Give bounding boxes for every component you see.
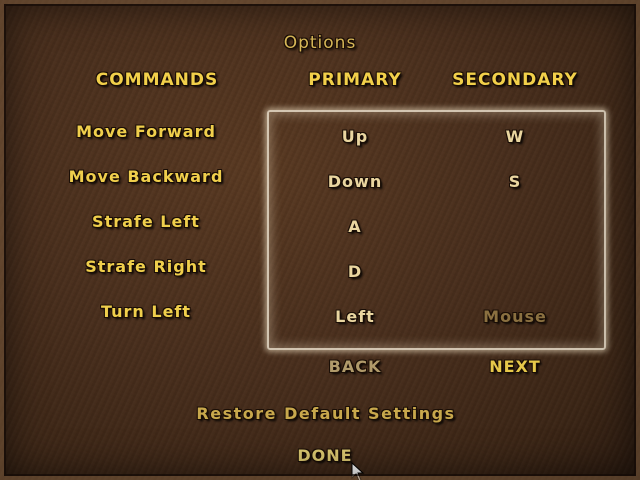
command-strafe-right: Strafe Right — [85, 257, 207, 276]
secondary-key-move-forward[interactable]: W — [506, 127, 525, 146]
secondary-key-strafe-right[interactable] — [485, 262, 545, 280]
arrow-cursor-icon — [351, 462, 365, 480]
primary-key-turn-left[interactable]: Left — [335, 307, 375, 326]
done-button[interactable]: DONE — [297, 446, 352, 465]
header-primary: PRIMARY — [308, 70, 402, 90]
back-button[interactable]: BACK — [329, 357, 382, 376]
command-move-backward: Move Backward — [68, 167, 224, 186]
primary-key-move-forward[interactable]: Up — [342, 127, 368, 146]
command-move-forward: Move Forward — [76, 122, 216, 141]
primary-key-strafe-right[interactable]: D — [348, 262, 362, 281]
options-screen: Options COMMANDS PRIMARY SECONDARY Move … — [0, 0, 640, 480]
command-strafe-left: Strafe Left — [92, 212, 200, 231]
page-title: Options — [283, 33, 357, 53]
command-turn-left: Turn Left — [100, 302, 192, 321]
primary-key-move-backward[interactable]: Down — [328, 172, 382, 191]
header-commands: COMMANDS — [95, 70, 219, 90]
primary-key-strafe-left[interactable]: A — [348, 217, 361, 236]
restore-defaults-button[interactable]: Restore Default Settings — [196, 404, 455, 423]
header-secondary: SECONDARY — [452, 70, 578, 90]
bindings-panel — [267, 110, 606, 350]
secondary-key-move-backward[interactable]: S — [509, 172, 522, 191]
secondary-key-strafe-left[interactable] — [485, 217, 545, 235]
secondary-key-turn-left[interactable]: Mouse — [483, 307, 547, 326]
next-button[interactable]: NEXT — [489, 357, 541, 376]
